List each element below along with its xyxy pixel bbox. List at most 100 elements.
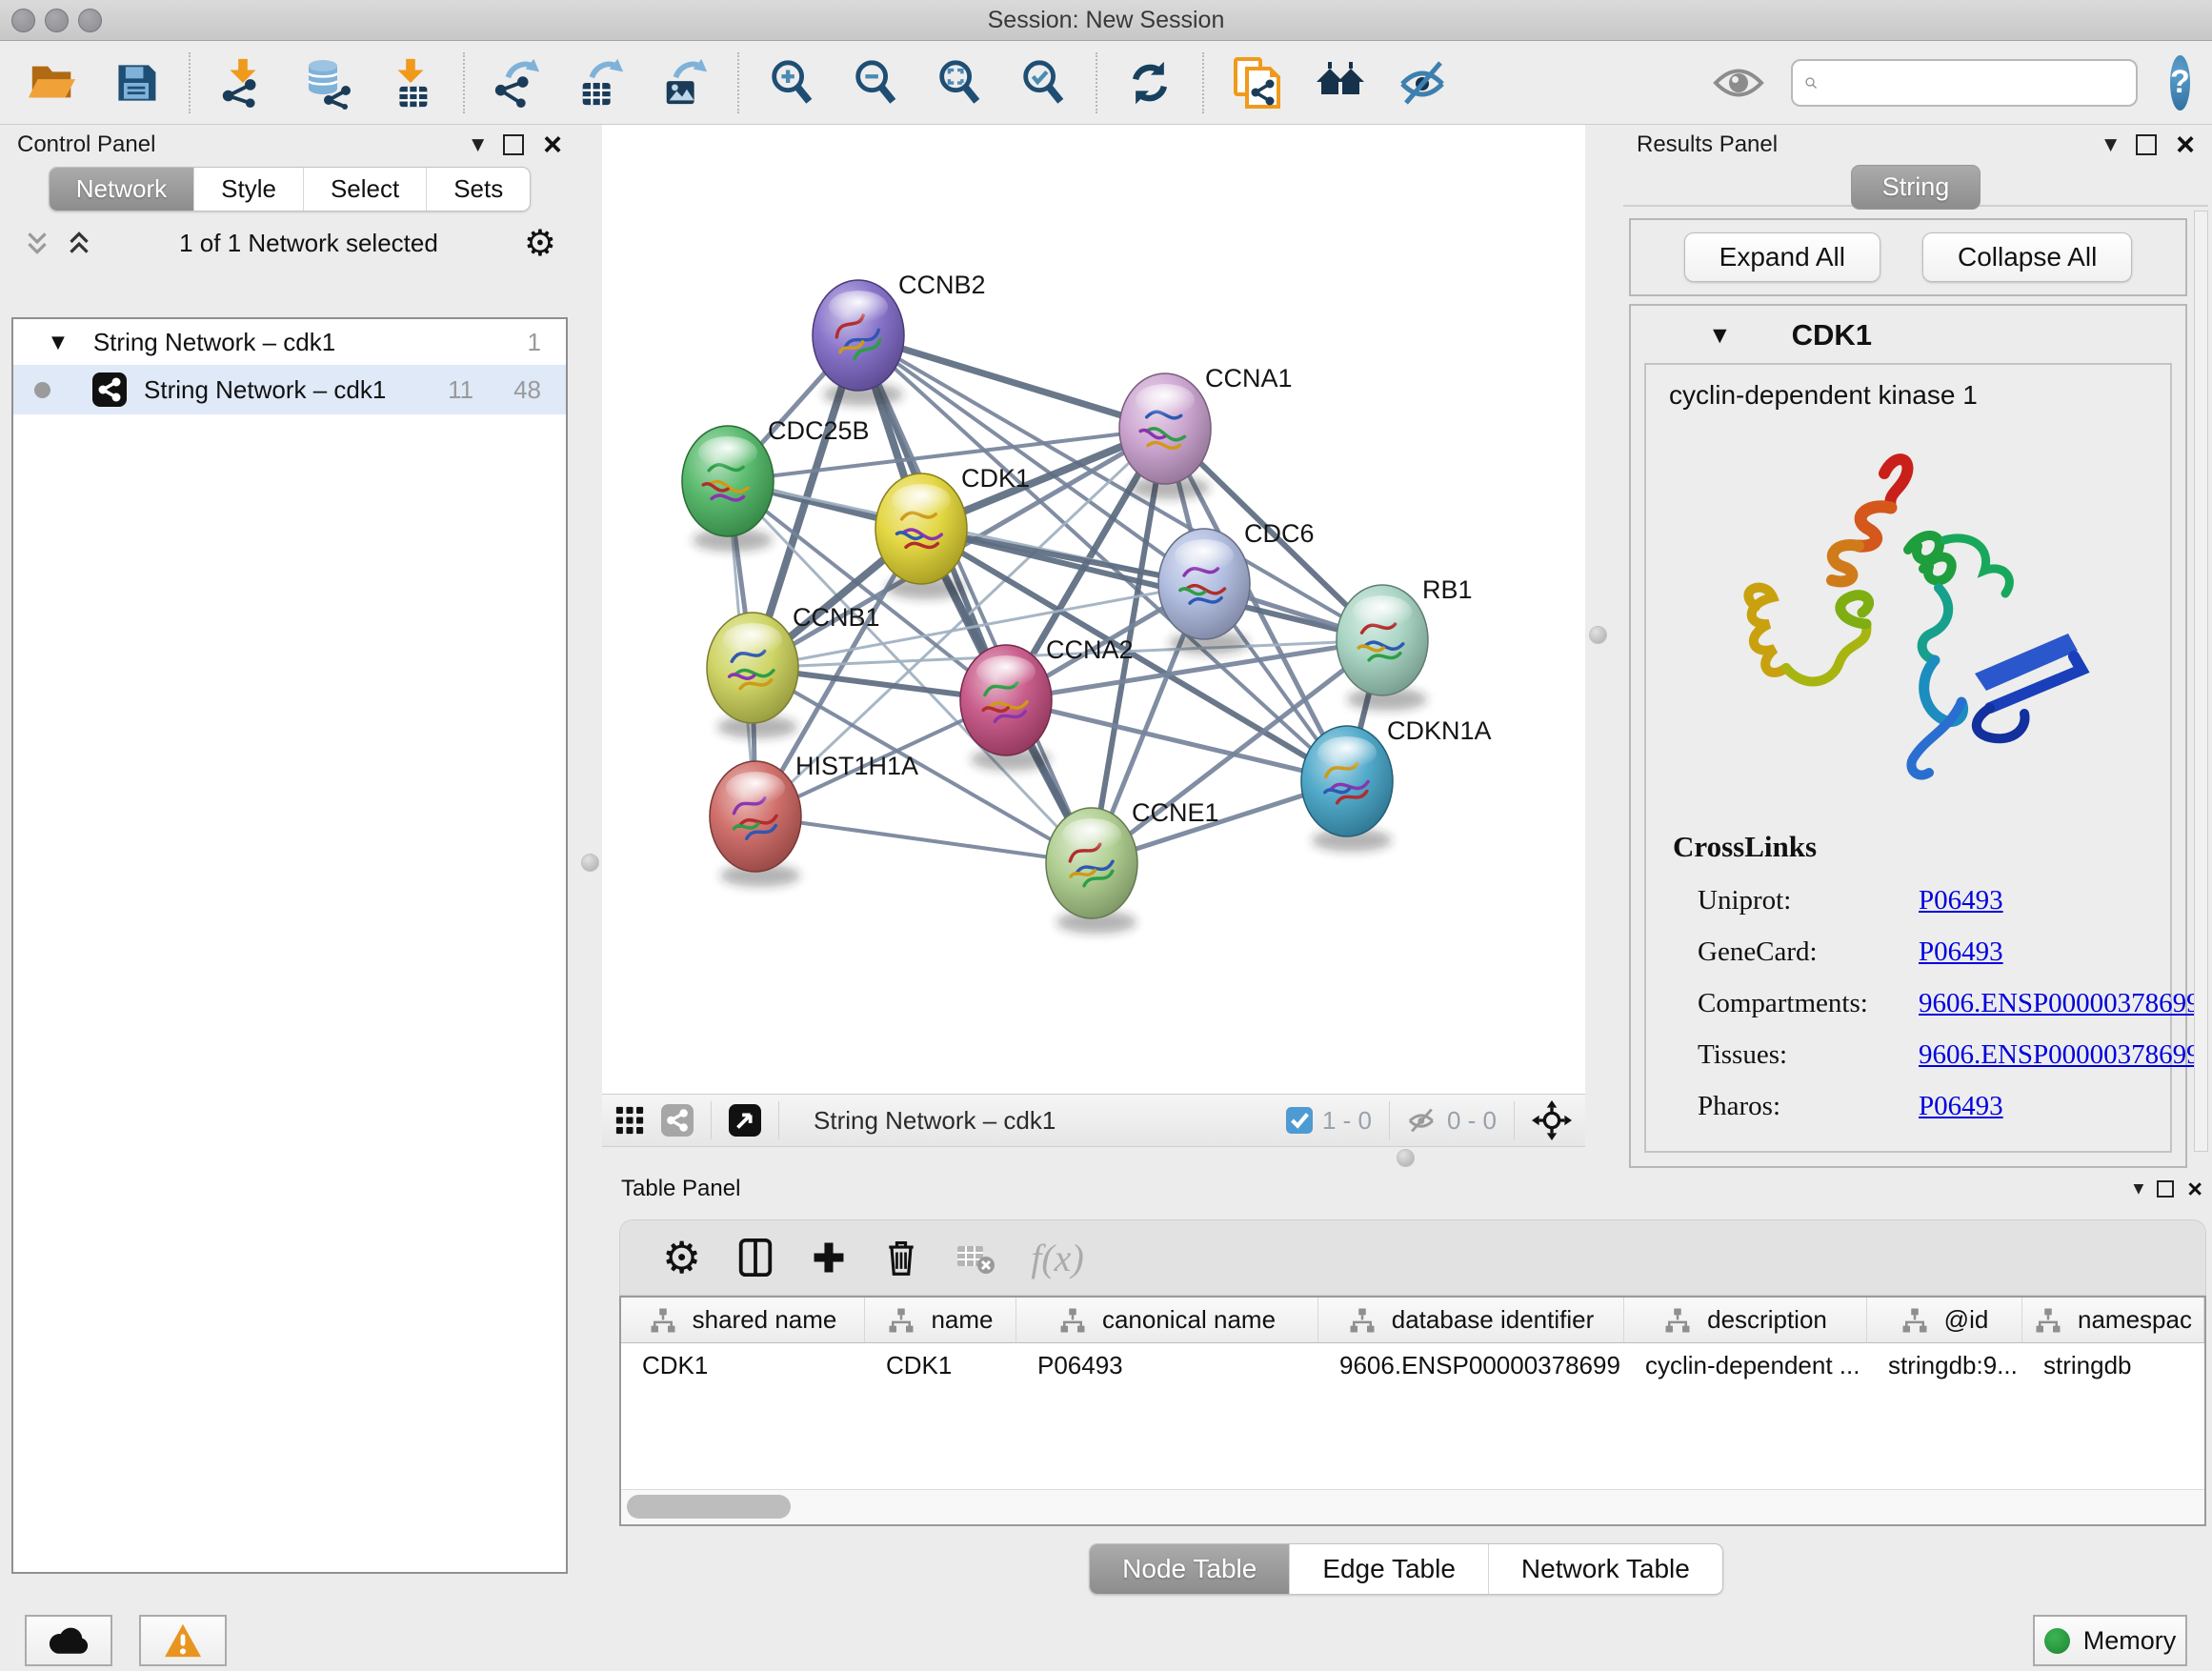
column-header--id[interactable]: @id [1867,1298,2022,1342]
search-field[interactable] [1791,59,2138,107]
zoom-window-icon[interactable] [78,9,102,32]
panel-close-icon[interactable]: × [2176,135,2195,154]
duplicate-network-icon[interactable] [1229,55,1284,111]
panel-collapse-icon[interactable]: ▼ [472,135,484,154]
panel-close-icon[interactable]: × [2187,1179,2202,1198]
collection-expander-icon[interactable]: ▼ [51,332,65,352]
network-node-CCNA1[interactable]: CCNA1 [1119,364,1293,499]
minimize-window-icon[interactable] [45,9,69,32]
birds-eye-view-icon[interactable] [729,1104,761,1137]
network-node-CCNA2[interactable]: CCNA2 [960,635,1134,771]
zoom-fit-icon[interactable] [932,55,987,111]
panel-close-icon[interactable]: × [543,135,562,154]
show-columns-icon[interactable] [735,1238,775,1278]
crosslink-link-uniprot-[interactable]: P06493 [1919,885,2201,916]
column-header-database-identifier[interactable]: database identifier [1318,1298,1624,1342]
bottom-splitter-handle[interactable] [1397,1149,1415,1167]
network-collection-row[interactable]: ▼ String Network – cdk1 1 [13,319,566,365]
zoom-selected-icon[interactable] [1016,55,1071,111]
crosslink-label-compartments-: Compartments: [1698,988,1919,1019]
panel-float-icon[interactable] [503,134,524,155]
network-view-icon[interactable] [661,1104,694,1137]
create-column-plus-icon[interactable] [810,1238,848,1277]
network-node-RB1[interactable]: RB1 [1337,575,1473,711]
zoom-in-icon[interactable] [764,55,819,111]
open-session-icon[interactable] [25,55,80,111]
export-image-icon[interactable] [657,55,713,111]
eye-icon[interactable] [1711,55,1766,111]
tab-node-table[interactable]: Node Table [1090,1544,1289,1594]
expand-all-icon[interactable] [65,229,93,257]
tab-style[interactable]: Style [193,168,303,211]
network-selection-status: 1 of 1 Network selected [93,229,524,258]
right-splitter-handle[interactable] [1589,626,1607,644]
column-header-namespac[interactable]: namespac [2022,1298,2204,1342]
table-horizontal-scrollbar[interactable] [621,1489,2204,1524]
panel-collapse-icon[interactable]: ▼ [2133,1181,2143,1197]
close-window-icon[interactable] [11,9,35,32]
search-input[interactable] [1825,69,2124,97]
tab-string[interactable]: String [1851,165,1981,210]
network-node-HIST1H1A[interactable]: HIST1H1A [710,752,918,887]
help-icon[interactable]: ? [2170,55,2190,111]
function-builder-icon[interactable]: f(x) [1031,1236,1084,1280]
table-row[interactable]: CDK1CDK1P064939606.ENSP00000378699cyclin… [621,1343,2204,1387]
network-row[interactable]: String Network – cdk1 11 48 [13,365,566,414]
delete-table-icon[interactable] [955,1237,996,1278]
cloud-status-button[interactable] [25,1615,112,1666]
crosslink-link-pharos-[interactable]: P06493 [1919,1091,2201,1122]
import-network-from-database-icon[interactable] [299,55,354,111]
column-header-description[interactable]: description [1624,1298,1867,1342]
network-node-CCNB2[interactable]: CCNB2 [813,271,986,406]
selected-checkbox-icon[interactable] [1286,1107,1313,1134]
collapse-all-button[interactable]: Collapse All [1922,232,2132,282]
scrollbar-thumb[interactable] [627,1495,791,1519]
crosslink-link-genecard-[interactable]: P06493 [1919,936,2201,968]
zoom-out-icon[interactable] [848,55,903,111]
tab-network[interactable]: Network [50,168,193,211]
import-table-icon[interactable] [383,55,438,111]
pan-crosshair-icon[interactable] [1532,1100,1572,1140]
network-edge-CCNB2-CCNA1[interactable] [858,335,1165,429]
tab-sets[interactable]: Sets [426,168,530,211]
network-canvas[interactable]: CCNB2CCNA1CDC25BCDK1CDC6RB1CCNB1CCNA2CDK… [602,125,1585,1094]
network-node-CDKN1A[interactable]: CDKN1A [1301,716,1492,852]
import-network-icon[interactable] [215,55,271,111]
gear-icon[interactable]: ⚙ [524,225,556,261]
column-header-name[interactable]: name [865,1298,1016,1342]
panel-collapse-icon[interactable]: ▼ [2104,135,2117,154]
tab-network-table[interactable]: Network Table [1488,1544,1722,1594]
network-view-title: String Network – cdk1 [814,1106,1269,1136]
expand-all-button[interactable]: Expand All [1684,232,1880,282]
export-network-icon[interactable] [490,55,545,111]
grid-view-icon[interactable] [615,1106,644,1135]
node-label-CCNE1: CCNE1 [1132,798,1219,827]
protein-expander-icon[interactable]: ▼ [1713,325,1727,346]
tab-select[interactable]: Select [303,168,426,211]
save-session-icon[interactable] [109,55,164,111]
delete-column-trash-icon[interactable] [882,1238,920,1278]
network-node-CCNB1[interactable]: CCNB1 [707,603,880,738]
show-graphics-details-icon[interactable] [1313,55,1368,111]
column-header-shared-name[interactable]: shared name [621,1298,865,1342]
warning-status-button[interactable] [139,1615,227,1666]
column-header-canonical-name[interactable]: canonical name [1016,1298,1318,1342]
network-node-CCNE1[interactable]: CCNE1 [1046,798,1219,934]
left-splitter-handle[interactable] [581,854,599,872]
collapse-all-icon[interactable] [23,229,51,257]
export-table-icon[interactable] [573,55,629,111]
node-label-RB1: RB1 [1422,575,1473,604]
crosslink-link-compartments-[interactable]: 9606.ENSP00000378699 [1919,988,2201,1019]
results-scrollbar[interactable] [2194,211,2208,1152]
panel-float-icon[interactable] [2136,134,2157,155]
tab-edge-table[interactable]: Edge Table [1289,1544,1488,1594]
network-edge-HIST1H1A-CCNE1[interactable] [755,816,1092,863]
table-settings-gear-icon[interactable]: ⚙ [662,1239,701,1276]
hidden-eye-slash-icon[interactable] [1407,1105,1438,1136]
panel-float-icon[interactable] [2157,1180,2174,1198]
network-edge-CCNB2-CCNE1[interactable] [858,335,1092,863]
crosslink-link-tissues-[interactable]: 9606.ENSP00000378699 [1919,1039,2201,1071]
hide-selected-icon[interactable] [1397,55,1452,111]
refresh-icon[interactable] [1122,55,1177,111]
memory-button[interactable]: Memory [2033,1615,2187,1666]
